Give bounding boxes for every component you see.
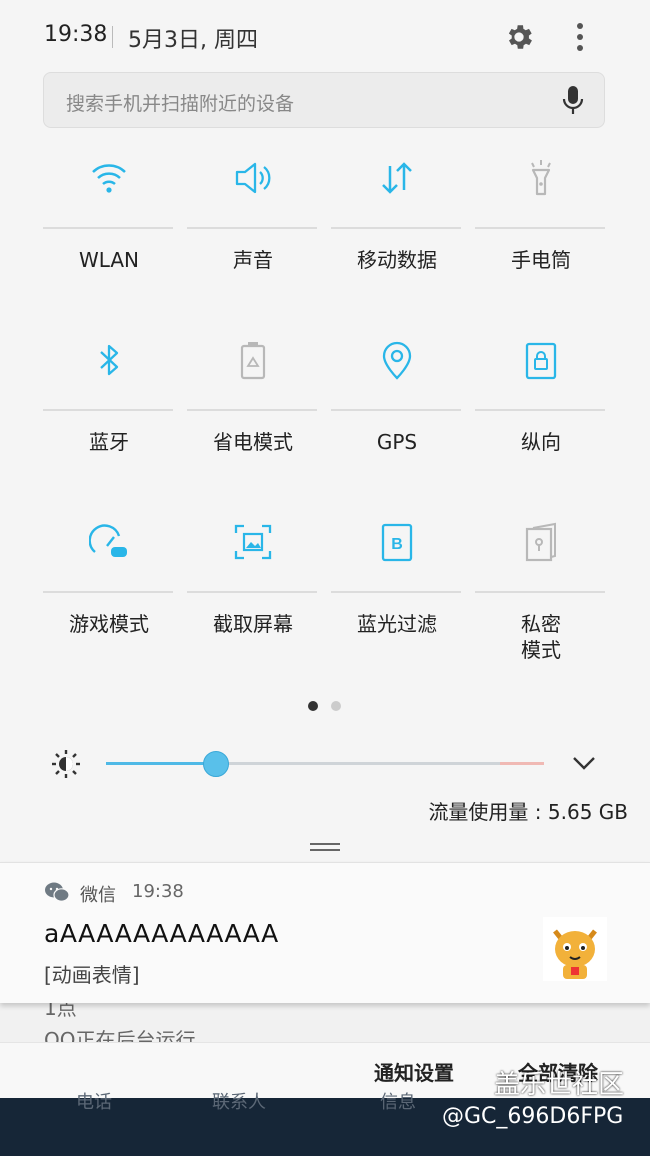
brightness-icon — [52, 750, 80, 778]
svg-text:B: B — [391, 536, 403, 553]
tile-flashlight[interactable]: 手电筒 — [475, 152, 607, 292]
tile-label: 游戏模式 — [69, 612, 149, 636]
tile-label: 纵向 — [521, 430, 561, 454]
tile-label: 声音 — [233, 248, 273, 272]
wifi-icon — [92, 164, 126, 193]
wechat-notification[interactable]: 微信 19:38 aAAAAAAAAAAAA [动画表情] — [0, 862, 650, 1003]
tile-label: 截取屏幕 — [213, 612, 293, 636]
tile-label: 私密 模式 — [521, 612, 561, 662]
watermark-handle: @GC_696D6FPG — [442, 1104, 624, 1129]
background-text: 1点 — [44, 1002, 77, 1020]
tile-label: WLAN — [78, 248, 140, 272]
tile-label: GPS — [376, 430, 418, 454]
notification-time: 19:38 — [132, 881, 184, 902]
brightness-slider-thumb[interactable] — [202, 751, 229, 777]
gear-icon[interactable] — [503, 21, 535, 53]
brightness-track[interactable] — [106, 762, 544, 765]
blue-light-filter-icon: B — [381, 523, 413, 562]
tile-private-mode[interactable]: 私密 模式 — [475, 516, 607, 666]
tile-gps[interactable]: GPS — [331, 334, 463, 474]
tile-divider — [475, 227, 605, 229]
tile-label: 手电筒 — [511, 248, 571, 272]
tile-divider — [331, 591, 461, 593]
sound-icon — [235, 162, 271, 194]
drag-handle-icon[interactable] — [310, 842, 340, 852]
location-icon — [382, 341, 412, 380]
private-mode-icon — [525, 522, 556, 562]
tile-divider — [187, 409, 317, 411]
tile-divider — [475, 591, 605, 593]
status-time: 19:38 — [44, 22, 108, 47]
brightness-fill — [106, 762, 216, 765]
more-options-icon[interactable] — [566, 20, 594, 54]
mobile-data-icon — [382, 162, 412, 194]
data-usage: 流量使用量 : 5.65 GB — [428, 800, 628, 824]
tile-divider — [43, 227, 173, 229]
tile-label: 蓝牙 — [89, 430, 129, 454]
tile-mobile-data[interactable]: 移动数据 — [331, 152, 463, 292]
search-placeholder: 搜索手机并扫描附近的设备 — [66, 93, 295, 115]
tile-portrait[interactable]: 纵向 — [475, 334, 607, 474]
page-indicator-active — [308, 701, 318, 711]
tile-divider — [187, 227, 317, 229]
notification-settings-button[interactable]: 通知设置 — [374, 1057, 454, 1086]
screenshot-icon — [234, 524, 272, 560]
tile-bluetooth[interactable]: 蓝牙 — [43, 334, 175, 474]
portrait-lock-icon — [525, 342, 557, 380]
game-mode-icon — [89, 524, 127, 557]
microphone-icon[interactable] — [559, 83, 587, 117]
tile-divider — [331, 227, 461, 229]
notification-body: [动画表情] — [44, 963, 140, 987]
tile-label: 移动数据 — [357, 248, 437, 272]
power-saving-icon — [240, 342, 266, 380]
nav-ghost-label: 电话 — [76, 1092, 112, 1113]
background-notification: 1点 QQ正在后台运行 — [0, 1002, 650, 1042]
tile-divider — [43, 591, 173, 593]
tile-screenshot[interactable]: 截取屏幕 — [187, 516, 319, 666]
nav-ghost-label: 联系人 — [212, 1092, 266, 1113]
watermark-title: 盖乐世社区 — [494, 1070, 625, 1100]
notification-title: aAAAAAAAAAAAA — [44, 919, 279, 948]
status-divider — [112, 26, 113, 48]
page-indicator[interactable] — [331, 701, 341, 711]
notification-app-name: 微信 — [80, 885, 116, 906]
tile-divider — [475, 409, 605, 411]
tile-divider — [43, 409, 173, 411]
nav-ghost-label: 信息 — [380, 1092, 416, 1113]
bluetooth-icon — [100, 344, 119, 376]
tile-blue-light-filter[interactable]: B 蓝光过滤 — [331, 516, 463, 666]
navigation-bar: 电话 联系人 信息 盖乐世社区 @GC_696D6FPG — [0, 1070, 650, 1156]
tile-sound[interactable]: 声音 — [187, 152, 319, 292]
background-text: QQ正在后台运行 — [44, 1028, 196, 1042]
search-bar[interactable]: 搜索手机并扫描附近的设备 — [43, 72, 605, 128]
tile-game-mode[interactable]: 游戏模式 — [43, 516, 175, 666]
tile-divider — [331, 409, 461, 411]
chevron-down-icon[interactable] — [570, 752, 598, 774]
tile-label: 省电模式 — [213, 430, 293, 454]
tile-label: 蓝光过滤 — [357, 612, 437, 636]
tile-wlan[interactable]: WLAN — [43, 152, 175, 292]
flashlight-icon — [531, 160, 551, 196]
brightness-high-zone — [500, 762, 544, 765]
tile-divider — [187, 591, 317, 593]
status-date: 5月3日, 周四 — [128, 28, 258, 53]
tile-power-saving[interactable]: 省电模式 — [187, 334, 319, 474]
sticker-thumbnail — [543, 917, 607, 981]
wechat-icon — [45, 882, 70, 902]
